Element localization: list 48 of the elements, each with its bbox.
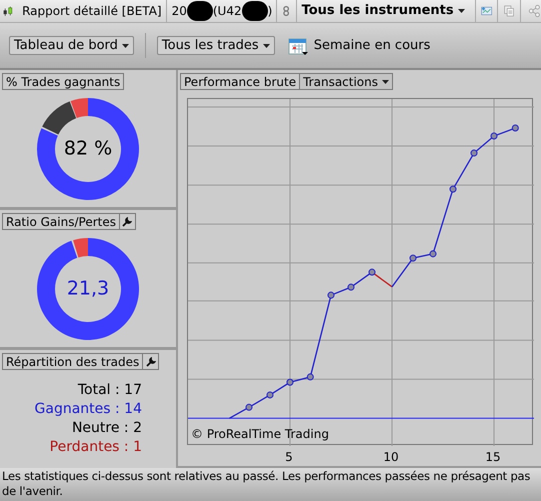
caret-icon [458,9,465,13]
donut-value: 82 % [64,140,112,158]
disclaimer-text: Les statistiques ci-dessus sont relatives au passé. Les performances passées ne présagent pas de l'avenir. [2,469,532,499]
trades-dropdown[interactable]: Tous les trades [156,36,275,55]
settings-button[interactable] [118,213,135,230]
caret-icon [262,44,270,48]
panel-title: % Trades gagnants [5,76,122,88]
data-point [348,284,354,291]
data-point [450,186,456,193]
data-point [328,292,334,299]
instrument-dropdown[interactable]: Tous les instruments [296,0,476,22]
x-tick-label: 10 [383,449,399,466]
trade-count: Gagnantes : 14 [34,400,142,419]
calendar-icon[interactable] [288,36,308,56]
trade-count: Total : 17 [78,381,142,400]
transactions-dropdown[interactable]: Transactions [299,74,392,89]
trade-count: Perdantes : 1 [50,438,142,457]
data-point [490,132,498,140]
data-point [368,268,376,276]
trade-count: Neutre : 2 [72,419,142,438]
data-point [246,404,252,411]
data-point [410,254,416,262]
account-label: 20 [172,3,187,20]
redaction-mark [186,1,213,21]
data-point [266,391,274,398]
panel-title: Ratio Gains/Pertes [5,216,117,228]
data-point [286,378,294,386]
x-tick-label: 5 [285,449,293,466]
view-dropdown[interactable]: Tableau de bord [9,36,134,55]
data-point [306,373,314,380]
period-label: Semaine en cours [314,36,430,55]
account-label: (U42 [212,3,242,20]
link-icon [283,3,290,19]
data-point [470,150,478,157]
chart-tab[interactable]: Performance brute [181,72,300,90]
panel-title: Répartition des trades [5,356,140,368]
account-label: ) [268,3,272,20]
x-tick-label: 15 [485,449,501,466]
data-point [512,124,519,132]
chart-watermark: © ProRealTime Trading [191,426,329,443]
settings-button[interactable] [142,353,158,370]
window-title: Rapport détaillé [BETA] [22,0,167,22]
caret-icon [382,80,390,84]
redaction-mark [242,1,268,21]
donut-value: 21,3 [66,280,110,298]
data-point [430,250,436,258]
share-icon[interactable] [528,2,541,20]
caret-icon [122,44,129,48]
